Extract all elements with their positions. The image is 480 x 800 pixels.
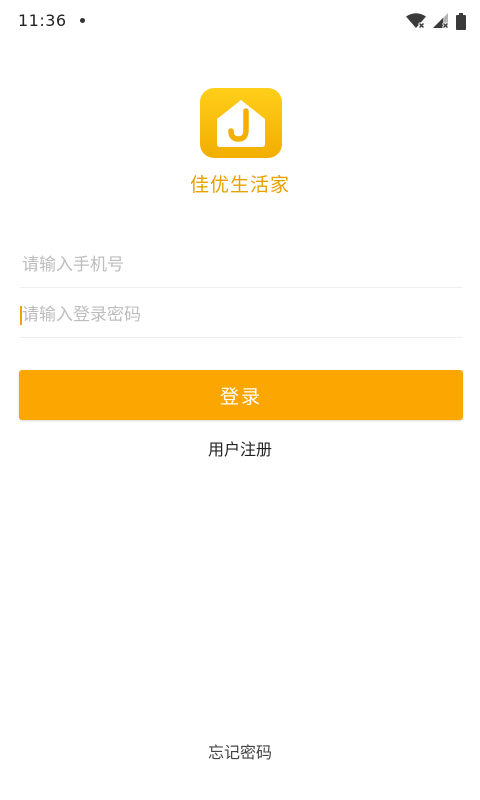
battery-icon	[456, 12, 466, 30]
status-icons	[406, 12, 466, 30]
login-button[interactable]: 登录	[19, 370, 463, 420]
app-logo-icon	[200, 88, 282, 158]
app-name: 佳优生活家	[189, 174, 290, 196]
notification-dot-icon	[80, 18, 85, 23]
login-screen: 11:36 佳优生活家 请输入手机号 登录 用户注册 忘记密码	[0, 0, 480, 800]
status-bar: 11:36	[0, 0, 480, 44]
phone-field	[20, 242, 463, 288]
status-time: 11:36	[18, 11, 67, 30]
wifi-off-icon	[406, 13, 426, 29]
signal-off-icon	[433, 13, 450, 29]
text-cursor	[20, 306, 22, 325]
forgot-password-link[interactable]: 忘记密码	[208, 743, 272, 762]
register-link-row: 用户注册	[0, 436, 480, 460]
phone-input[interactable]	[20, 242, 463, 287]
forgot-password-row: 忘记密码	[0, 739, 480, 763]
password-input[interactable]	[20, 292, 463, 337]
password-field	[20, 292, 463, 338]
register-link[interactable]: 用户注册	[208, 440, 272, 459]
